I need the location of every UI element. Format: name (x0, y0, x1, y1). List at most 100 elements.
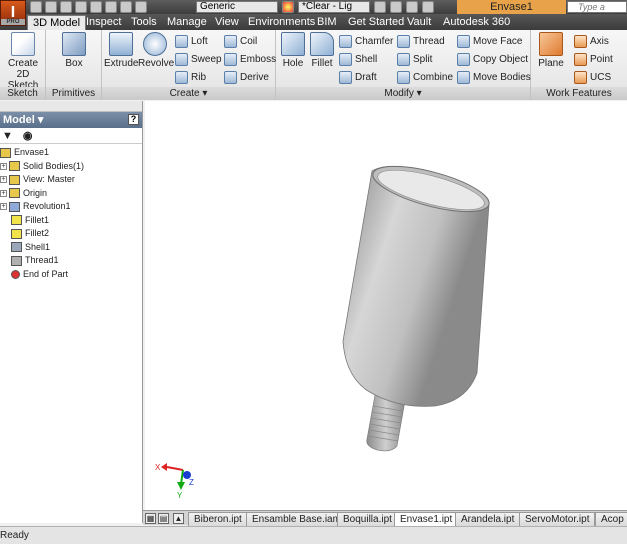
draft-icon (339, 70, 352, 84)
revolve-icon (143, 32, 167, 56)
ribbon-tab-bar: 3D Model Inspect Tools Manage View Envir… (0, 14, 627, 30)
tab-vault[interactable]: Vault (402, 15, 436, 30)
thread-button[interactable]: Thread (397, 33, 445, 49)
undo-icon[interactable] (75, 1, 87, 13)
tab-get-started[interactable]: Get Started (343, 15, 409, 30)
tab-tools[interactable]: Tools (126, 15, 162, 30)
split-button[interactable]: Split (397, 51, 432, 67)
modify-title-label: Modify (384, 88, 414, 99)
material-dropdown[interactable]: Generic (196, 1, 278, 13)
tree-item[interactable]: + View: Master (0, 173, 75, 186)
combine-button[interactable]: Combine (397, 69, 453, 85)
plane-button[interactable]: Plane (537, 32, 565, 69)
ucs-button[interactable]: UCS (574, 69, 611, 85)
fillet-button[interactable]: Fillet (308, 32, 336, 69)
fx-icon[interactable] (406, 1, 418, 13)
tab-view[interactable]: View (210, 15, 244, 30)
tab-bim[interactable]: BIM (312, 15, 342, 30)
sketch-icon (11, 32, 35, 56)
tree-item[interactable]: Thread1 (0, 254, 59, 267)
plane-icon (539, 32, 563, 56)
find-icon[interactable]: ◉ (23, 129, 33, 142)
panel-title-create[interactable]: Create ▾ (102, 87, 275, 100)
document-tab[interactable]: Arandela.ipt (455, 512, 521, 526)
panel-work-features: Plane Axis Point UCS Work Features (531, 30, 627, 100)
shell-button[interactable]: Shell (339, 51, 377, 67)
save-icon[interactable] (60, 1, 72, 13)
tab-manage[interactable]: Manage (162, 15, 212, 30)
application-menu-button[interactable]: I PRO (0, 0, 26, 26)
adjust-icon[interactable] (390, 1, 402, 13)
browser-grip[interactable] (0, 101, 142, 112)
axis-button[interactable]: Axis (574, 33, 609, 49)
add-icon[interactable] (422, 1, 434, 13)
sweep-button[interactable]: Sweep (175, 51, 222, 67)
derive-button[interactable]: Derive (224, 69, 269, 85)
tile-windows-icon[interactable]: ▦ (145, 513, 156, 524)
document-tab[interactable]: Acop (595, 512, 627, 526)
tree-item[interactable]: + Origin (0, 187, 47, 200)
expand-icon[interactable]: + (0, 203, 7, 210)
home-icon[interactable] (105, 1, 117, 13)
new-file-icon[interactable] (30, 1, 42, 13)
tree-item[interactable]: + Solid Bodies(1) (0, 160, 84, 173)
panel-title-work-features: Work Features (531, 87, 627, 100)
select-icon[interactable] (120, 1, 132, 13)
document-tab[interactable]: Ensamble Base.iam (246, 512, 347, 526)
emboss-button[interactable]: Emboss (224, 51, 276, 67)
box-button[interactable]: Box (56, 32, 92, 69)
loft-icon (175, 34, 188, 48)
revolve-button[interactable]: Revolve (138, 32, 174, 69)
tree-item[interactable]: Fillet1 (0, 214, 49, 227)
rib-button[interactable]: Rib (175, 69, 206, 85)
panel-title-modify[interactable]: Modify ▾ (276, 87, 530, 100)
open-file-icon[interactable] (45, 1, 57, 13)
tree-item[interactable]: + Revolution1 (0, 200, 71, 213)
document-tab[interactable]: Biberon.ipt (188, 512, 248, 526)
expand-icon[interactable]: + (0, 189, 7, 197)
hole-button[interactable]: Hole (280, 32, 306, 69)
color-wheel-icon[interactable] (282, 1, 294, 13)
move-bodies-button[interactable]: Move Bodies (457, 69, 531, 85)
status-bar: Ready (0, 526, 627, 544)
document-tab[interactable]: Boquilla.ipt (337, 512, 398, 526)
loft-button[interactable]: Loft (175, 33, 208, 49)
filter-icon[interactable]: ▼ (2, 130, 13, 142)
feature-icon (9, 188, 20, 198)
point-button[interactable]: Point (574, 51, 613, 67)
view-triad[interactable]: X Y Z (155, 463, 194, 500)
tab-environments[interactable]: Environments (243, 15, 320, 30)
expand-icon[interactable]: + (0, 162, 7, 170)
move-face-button[interactable]: Move Face (457, 33, 522, 49)
draft-button[interactable]: Draft (339, 69, 377, 85)
browser-header[interactable]: Model ▾ ? (0, 112, 142, 128)
update-icon[interactable] (135, 1, 147, 13)
graphics-viewport[interactable]: X Y Z (145, 101, 627, 510)
copy-object-button[interactable]: Copy Object (457, 51, 528, 67)
documents-menu-icon[interactable]: ▲ (173, 513, 184, 524)
coil-button[interactable]: Coil (224, 33, 257, 49)
tab-3d-model[interactable]: 3D Model (27, 15, 87, 30)
feature-icon (11, 228, 22, 239)
tab-inspect[interactable]: Inspect (81, 15, 126, 30)
hole-label: Hole (282, 58, 304, 69)
tree-item[interactable]: Fillet2 (0, 227, 49, 240)
tree-item[interactable]: Shell1 (0, 241, 50, 254)
create-2d-sketch-button[interactable]: Create 2D Sketch (2, 32, 44, 91)
redo-icon[interactable] (90, 1, 102, 13)
tree-item[interactable]: Envase1 (0, 146, 49, 159)
document-tab[interactable]: ServoMotor.ipt (519, 512, 596, 526)
extrude-button[interactable]: Extrude (104, 32, 138, 69)
appearance-dropdown[interactable]: *Clear - Lig (298, 1, 370, 13)
tree-item[interactable]: End of Part (0, 268, 68, 281)
cascade-windows-icon[interactable]: ▤ (158, 513, 169, 524)
clear-appearance-icon[interactable] (374, 1, 386, 13)
feature-icon (9, 174, 20, 185)
help-icon[interactable]: ? (128, 114, 139, 125)
search-input[interactable]: Type a keyword (567, 1, 627, 22)
tab-autodesk-360[interactable]: Autodesk 360 (438, 15, 515, 30)
chamfer-button[interactable]: Chamfer (339, 33, 393, 49)
chevron-down-icon[interactable]: ▾ (38, 114, 44, 126)
feature-icon (11, 242, 22, 252)
expand-icon[interactable]: + (0, 176, 7, 183)
